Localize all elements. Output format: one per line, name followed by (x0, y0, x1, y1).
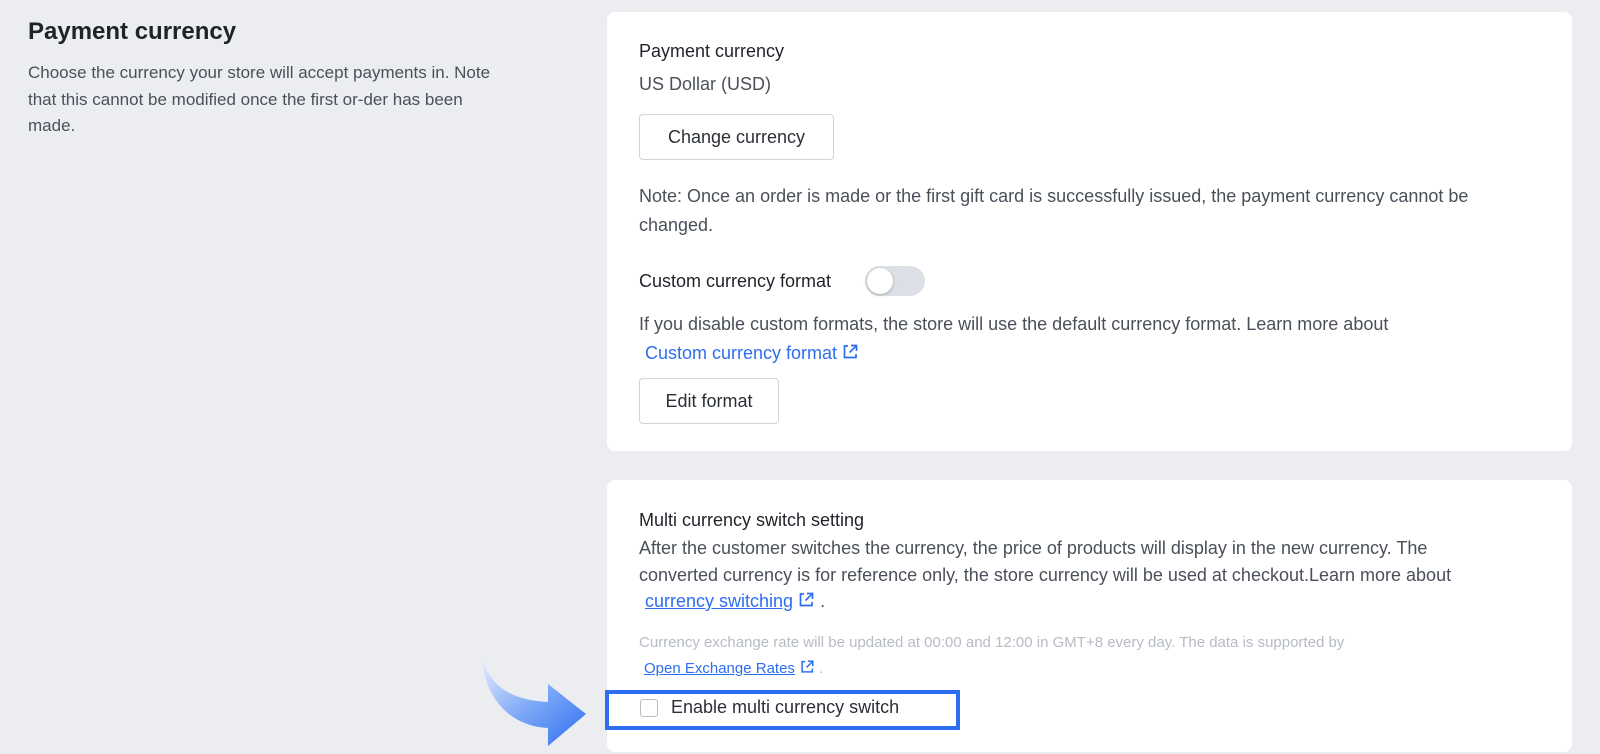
multi-currency-title: Multi currency switch setting (639, 510, 865, 530)
custom-format-link[interactable]: Custom currency format (645, 343, 859, 363)
multi-desc-line-2: converted currency is for reference only… (639, 564, 1452, 585)
payment-currency-card: Payment currency US Dollar (USD) Change … (607, 12, 1572, 451)
external-link-icon (843, 344, 858, 359)
section-description: Choose the currency your store will acce… (28, 63, 491, 135)
edit-format-button[interactable]: Edit format (639, 378, 779, 424)
custom-format-toggle[interactable] (865, 266, 925, 296)
multi-desc-line-1: After the customer switches the currency… (639, 538, 1428, 558)
change-currency-button[interactable]: Change currency (639, 114, 834, 160)
enable-multi-currency-checkbox[interactable] (640, 699, 658, 717)
section-title: Payment currency (28, 18, 237, 45)
enable-multi-currency-label[interactable]: Enable multi currency switch (671, 697, 899, 718)
exchange-rate-note: Currency exchange rate will be updated a… (639, 630, 1559, 682)
custom-format-description: If you disable custom formats, the store… (639, 310, 1539, 368)
multi-currency-description: After the customer switches the currency… (639, 535, 1559, 615)
period-text: . (820, 591, 826, 611)
payment-currency-value: US Dollar (USD) (639, 74, 772, 94)
open-exchange-rates-link[interactable]: Open Exchange Rates (644, 660, 795, 677)
payment-currency-title: Payment currency (639, 41, 785, 61)
open-exchange-rates-link-text: Open Exchange Rates (644, 660, 795, 677)
external-link-icon[interactable] (799, 659, 815, 675)
pointer-arrow-icon (482, 656, 586, 746)
toggle-knob (867, 268, 893, 294)
custom-format-label: Custom currency format (639, 271, 832, 291)
exchange-rate-text: Currency exchange rate will be updated a… (639, 634, 1345, 651)
custom-format-desc-text: If you disable custom formats, the store… (639, 314, 1389, 334)
external-link-icon[interactable] (797, 591, 815, 609)
payment-currency-note: Note: Once an order is made or the first… (639, 186, 1469, 235)
period-text-2: . (819, 660, 824, 677)
custom-format-link-text: Custom currency format (645, 343, 838, 363)
currency-switching-link[interactable]: currency switching (645, 591, 793, 611)
section-intro: Payment currency Choose the currency you… (28, 16, 498, 140)
currency-switching-link-text: currency switching (645, 591, 794, 611)
